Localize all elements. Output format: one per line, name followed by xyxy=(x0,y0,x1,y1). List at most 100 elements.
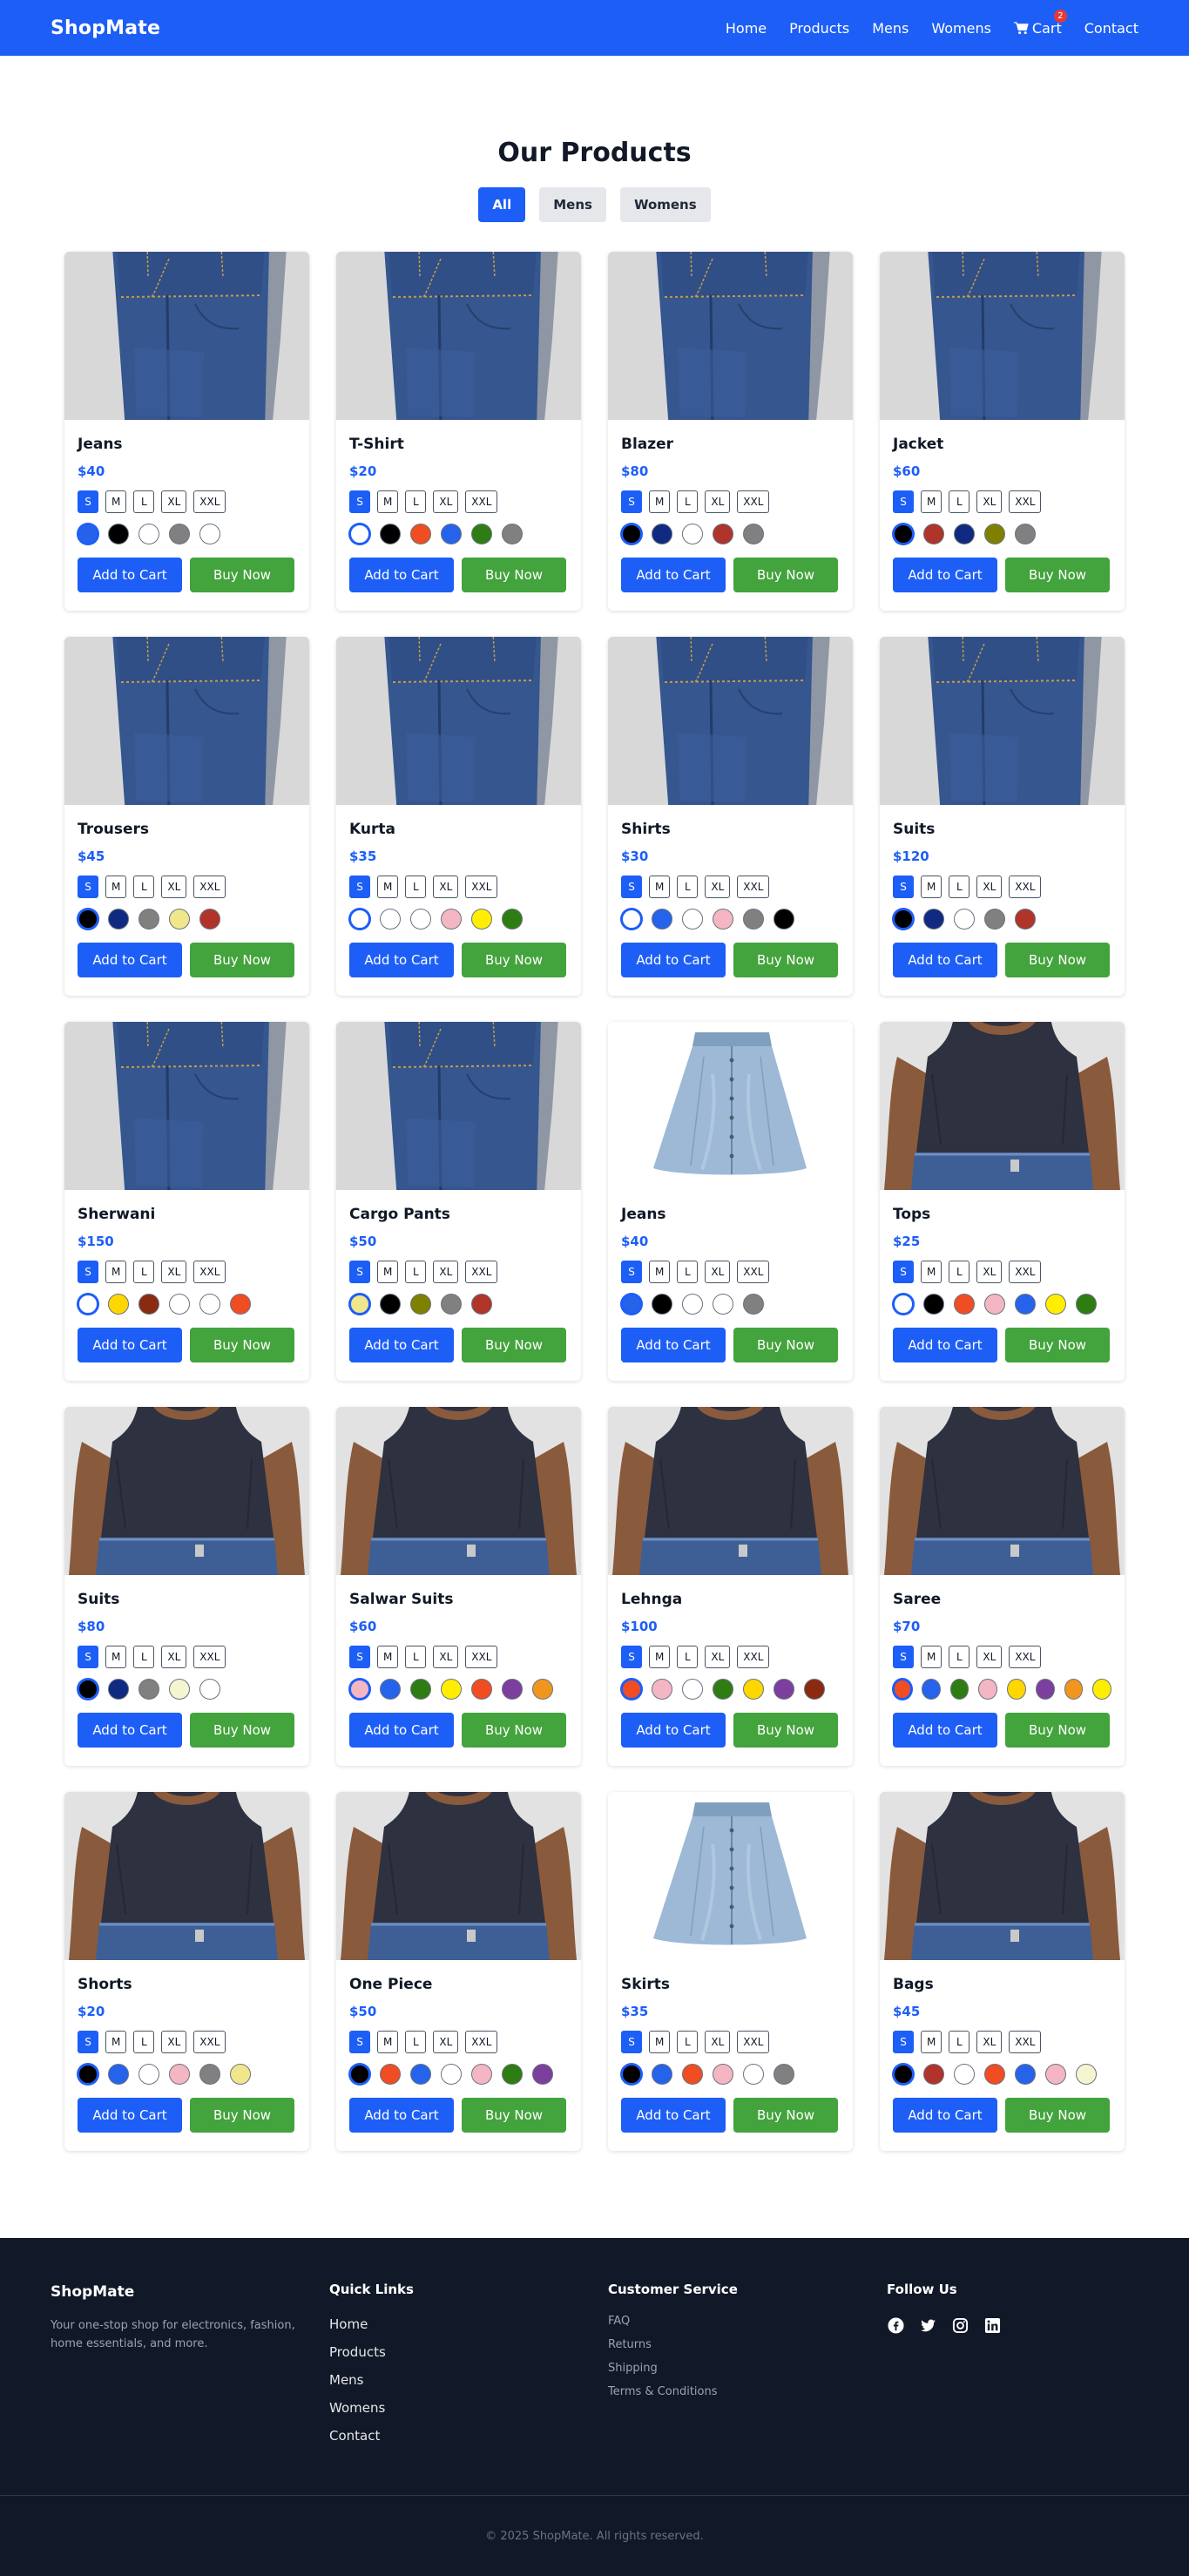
size-option-l[interactable]: L xyxy=(405,1261,427,1283)
color-swatch[interactable] xyxy=(682,1294,703,1315)
color-swatch[interactable] xyxy=(743,909,764,930)
color-swatch[interactable] xyxy=(652,524,672,544)
filter-womens-button[interactable]: Womens xyxy=(619,187,711,222)
color-swatch[interactable] xyxy=(502,524,523,544)
size-option-m[interactable]: M xyxy=(377,2031,399,2053)
product-image[interactable] xyxy=(608,637,853,805)
size-option-l[interactable]: L xyxy=(133,876,155,898)
color-swatch[interactable] xyxy=(1007,1679,1026,1700)
color-swatch[interactable] xyxy=(1035,1679,1055,1700)
add-to-cart-button[interactable]: Add to Cart xyxy=(349,558,454,592)
footer-link-terms[interactable]: Terms & Conditions xyxy=(608,2385,887,2398)
color-swatch[interactable] xyxy=(78,909,98,930)
add-to-cart-button[interactable]: Add to Cart xyxy=(78,2098,182,2133)
size-option-xxl[interactable]: XXL xyxy=(1009,1646,1042,1668)
size-option-m[interactable]: M xyxy=(649,1646,671,1668)
color-swatch[interactable] xyxy=(502,2064,523,2085)
size-option-xxl[interactable]: XXL xyxy=(737,876,770,898)
size-option-s[interactable]: S xyxy=(78,1646,98,1668)
size-option-xl[interactable]: XL xyxy=(433,1646,459,1668)
size-option-l[interactable]: L xyxy=(133,1261,155,1283)
add-to-cart-button[interactable]: Add to Cart xyxy=(621,943,726,977)
brand-logo[interactable]: ShopMate xyxy=(51,17,160,39)
size-option-m[interactable]: M xyxy=(377,1261,399,1283)
size-option-xl[interactable]: XL xyxy=(976,876,1003,898)
size-option-xl[interactable]: XL xyxy=(433,2031,459,2053)
color-swatch[interactable] xyxy=(1045,1294,1066,1315)
size-option-xxl[interactable]: XXL xyxy=(737,1261,770,1283)
size-option-xl[interactable]: XL xyxy=(433,1261,459,1283)
size-option-s[interactable]: S xyxy=(621,490,642,513)
footer-link-faq[interactable]: FAQ xyxy=(608,2315,887,2328)
color-swatch[interactable] xyxy=(108,2064,129,2085)
color-swatch[interactable] xyxy=(1064,1679,1084,1700)
color-swatch[interactable] xyxy=(78,524,98,544)
color-swatch[interactable] xyxy=(743,1294,764,1315)
size-option-xxl[interactable]: XXL xyxy=(737,490,770,513)
color-swatch[interactable] xyxy=(774,909,794,930)
add-to-cart-button[interactable]: Add to Cart xyxy=(621,558,726,592)
color-swatch[interactable] xyxy=(108,1679,129,1700)
size-option-s[interactable]: S xyxy=(621,1261,642,1283)
size-option-l[interactable]: L xyxy=(949,1261,970,1283)
size-option-m[interactable]: M xyxy=(105,2031,127,2053)
color-swatch[interactable] xyxy=(713,2064,733,2085)
color-swatch[interactable] xyxy=(138,2064,159,2085)
product-image[interactable] xyxy=(336,1407,581,1575)
size-option-s[interactable]: S xyxy=(893,876,914,898)
buy-now-button[interactable]: Buy Now xyxy=(190,558,294,592)
color-swatch[interactable] xyxy=(921,1679,941,1700)
buy-now-button[interactable]: Buy Now xyxy=(733,1713,838,1748)
color-swatch[interactable] xyxy=(804,1679,825,1700)
color-swatch[interactable] xyxy=(652,2064,672,2085)
size-option-xxl[interactable]: XXL xyxy=(1009,490,1042,513)
color-swatch[interactable] xyxy=(893,1679,912,1700)
color-swatch[interactable] xyxy=(169,1294,190,1315)
color-swatch[interactable] xyxy=(471,909,492,930)
color-swatch[interactable] xyxy=(949,1679,969,1700)
add-to-cart-button[interactable]: Add to Cart xyxy=(893,558,997,592)
color-swatch[interactable] xyxy=(349,1679,370,1700)
add-to-cart-button[interactable]: Add to Cart xyxy=(893,2098,997,2133)
size-option-l[interactable]: L xyxy=(949,490,970,513)
color-swatch[interactable] xyxy=(682,2064,703,2085)
color-swatch[interactable] xyxy=(1045,2064,1066,2085)
size-option-xxl[interactable]: XXL xyxy=(465,876,498,898)
size-option-xl[interactable]: XL xyxy=(161,1646,187,1668)
color-swatch[interactable] xyxy=(984,1294,1005,1315)
size-option-s[interactable]: S xyxy=(349,876,370,898)
product-image[interactable] xyxy=(336,1022,581,1190)
color-swatch[interactable] xyxy=(743,2064,764,2085)
buy-now-button[interactable]: Buy Now xyxy=(190,1328,294,1362)
product-image[interactable] xyxy=(608,1022,853,1190)
color-swatch[interactable] xyxy=(923,2064,944,2085)
color-swatch[interactable] xyxy=(621,2064,642,2085)
color-swatch[interactable] xyxy=(380,1294,401,1315)
footer-link-shipping[interactable]: Shipping xyxy=(608,2362,887,2375)
size-option-xl[interactable]: XL xyxy=(161,490,187,513)
color-swatch[interactable] xyxy=(954,1294,975,1315)
color-swatch[interactable] xyxy=(743,524,764,544)
size-option-l[interactable]: L xyxy=(949,876,970,898)
size-option-xl[interactable]: XL xyxy=(705,490,731,513)
size-option-l[interactable]: L xyxy=(405,490,427,513)
product-image[interactable] xyxy=(64,1022,309,1190)
color-swatch[interactable] xyxy=(682,1679,703,1700)
size-option-s[interactable]: S xyxy=(349,1261,370,1283)
color-swatch[interactable] xyxy=(621,909,642,930)
color-swatch[interactable] xyxy=(682,909,703,930)
product-image[interactable] xyxy=(880,637,1125,805)
size-option-xxl[interactable]: XXL xyxy=(465,1261,498,1283)
color-swatch[interactable] xyxy=(713,524,733,544)
size-option-xxl[interactable]: XXL xyxy=(193,2031,226,2053)
footer-link-womens[interactable]: Womens xyxy=(329,2400,608,2416)
footer-link-products[interactable]: Products xyxy=(329,2344,608,2360)
size-option-xxl[interactable]: XXL xyxy=(193,1646,226,1668)
size-option-l[interactable]: L xyxy=(133,1646,155,1668)
twitter-icon[interactable] xyxy=(919,2316,936,2334)
color-swatch[interactable] xyxy=(1015,524,1036,544)
color-swatch[interactable] xyxy=(199,909,220,930)
color-swatch[interactable] xyxy=(349,1294,370,1315)
size-option-m[interactable]: M xyxy=(377,1646,399,1668)
size-option-xl[interactable]: XL xyxy=(976,490,1003,513)
